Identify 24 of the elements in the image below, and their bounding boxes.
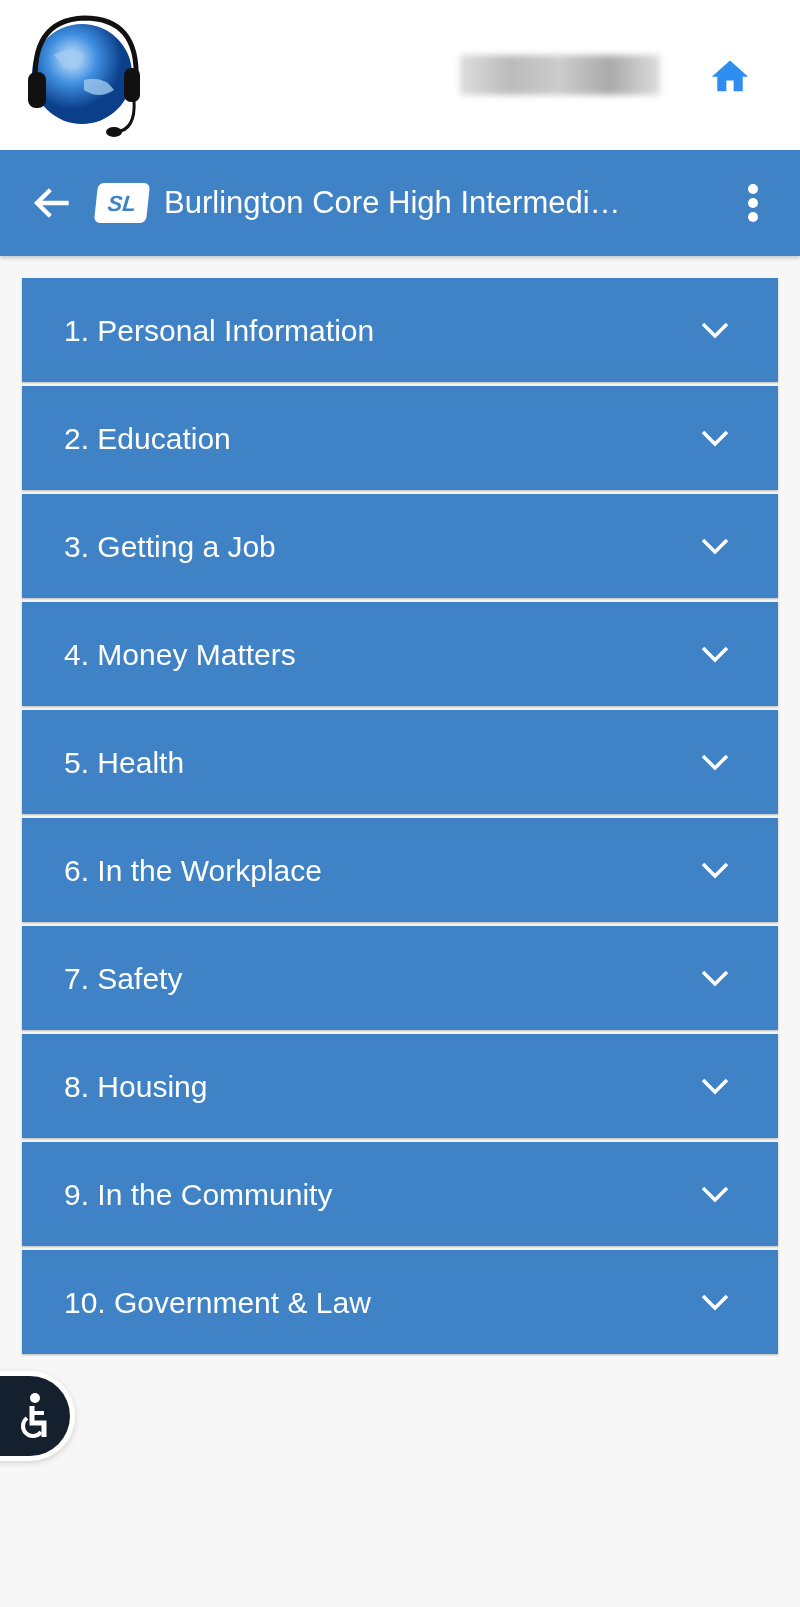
section-header[interactable]: 6. In the Workplace (22, 818, 778, 922)
chevron-down-icon (700, 968, 730, 988)
chevron-down-icon (700, 428, 730, 448)
chevron-down-icon (700, 1292, 730, 1312)
more-options-icon[interactable] (746, 183, 760, 223)
chevron-down-icon (700, 320, 730, 340)
section-header[interactable]: 2. Education (22, 386, 778, 490)
section-header[interactable]: 5. Health (22, 710, 778, 814)
section-header[interactable]: 1. Personal Information (22, 278, 778, 382)
page-title: Burlington Core High Intermedi… (164, 183, 621, 222)
section-header[interactable]: 9. In the Community (22, 1142, 778, 1246)
section-header[interactable]: 3. Getting a Job (22, 494, 778, 598)
chevron-down-icon (700, 536, 730, 556)
chevron-down-icon (700, 1184, 730, 1204)
section-header[interactable]: 4. Money Matters (22, 602, 778, 706)
chevron-down-icon (700, 644, 730, 664)
chevron-down-icon (700, 860, 730, 880)
chevron-down-icon (700, 1076, 730, 1096)
back-arrow-icon[interactable] (32, 186, 72, 220)
section-header[interactable]: 7. Safety (22, 926, 778, 1030)
section-header[interactable]: 10. Government & Law (22, 1250, 778, 1354)
app-badge: SL (93, 183, 151, 223)
section-header[interactable]: 8. Housing (22, 1034, 778, 1138)
chevron-down-icon (700, 752, 730, 772)
